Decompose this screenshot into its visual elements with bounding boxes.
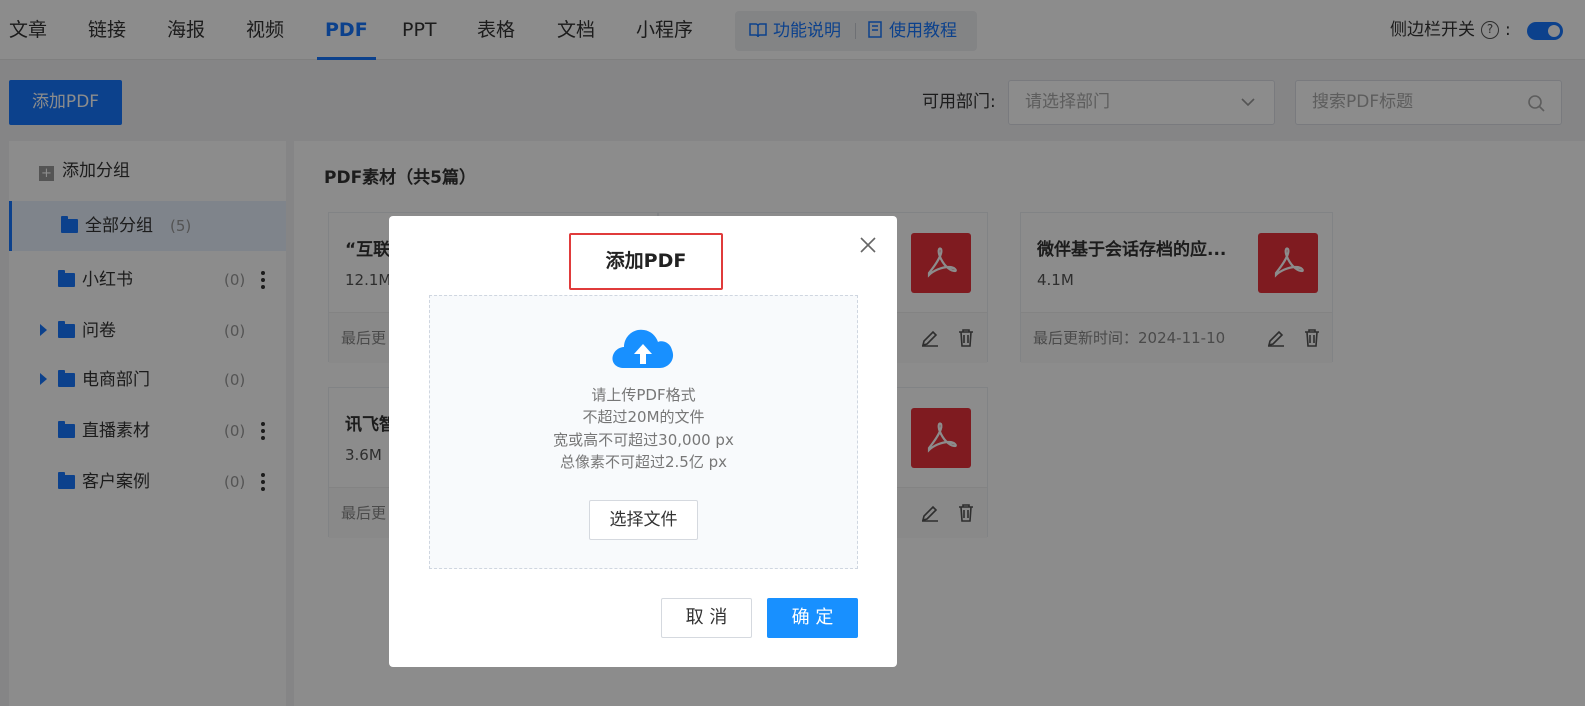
cancel-button[interactable]: 取 消: [661, 598, 752, 638]
cloud-upload-icon: [612, 329, 674, 368]
upload-hint-pixels: 总像素不可超过2.5亿 px: [559, 453, 728, 471]
title-highlight-box: 添加PDF: [569, 233, 723, 290]
choose-file-button[interactable]: 选择文件: [589, 500, 698, 540]
confirm-button[interactable]: 确 定: [767, 598, 858, 638]
dialog-title: 添加PDF: [605, 250, 687, 272]
add-pdf-dialog: 添加PDF 请上传PDF格式 不超过20M的文件 宽或高不可超过30,000 p…: [389, 216, 897, 667]
upload-hint-dimension: 宽或高不可超过30,000 px: [553, 431, 734, 449]
upload-hint-size: 不超过20M的文件: [582, 408, 705, 426]
upload-hint-format: 请上传PDF格式: [591, 386, 696, 404]
close-icon[interactable]: [859, 236, 877, 254]
upload-dropzone[interactable]: 请上传PDF格式 不超过20M的文件 宽或高不可超过30,000 px 总像素不…: [429, 295, 858, 569]
